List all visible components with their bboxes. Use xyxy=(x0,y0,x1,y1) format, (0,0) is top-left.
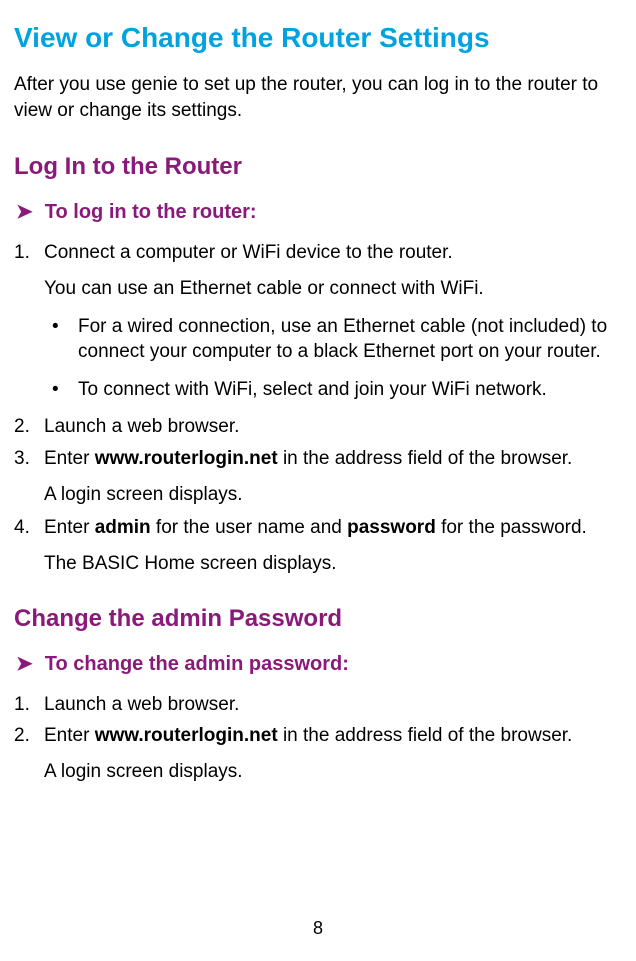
procedure-heading-text: To log in to the router: xyxy=(45,201,257,224)
step-1: Connect a computer or WiFi device to the… xyxy=(14,240,622,402)
step-text: Enter www.routerlogin.net in the address… xyxy=(44,723,622,749)
procedure-heading-text: To change the admin password: xyxy=(45,653,349,676)
section-heading-login: Log In to the Router xyxy=(14,153,622,181)
step-2: Launch a web browser. xyxy=(14,414,622,440)
step-note: A login screen displays. xyxy=(44,482,622,508)
intro-paragraph: After you use genie to set up the router… xyxy=(14,72,622,123)
sub-bullets: For a wired connection, use an Ethernet … xyxy=(44,314,622,403)
page-title: View or Change the Router Settings xyxy=(14,22,622,54)
step-note: The BASIC Home screen displays. xyxy=(44,551,622,577)
step-text: Connect a computer or WiFi device to the… xyxy=(44,240,622,266)
procedure-heading-login: ➤ To log in to the router: xyxy=(16,201,622,224)
step-1: Launch a web browser. xyxy=(14,692,622,718)
section-heading-change-pw: Change the admin Password xyxy=(14,605,622,633)
chevron-right-icon: ➤ xyxy=(16,654,33,674)
bullet-item: For a wired connection, use an Ethernet … xyxy=(44,314,622,365)
step-text: Enter www.routerlogin.net in the address… xyxy=(44,446,622,472)
procedure-heading-change-pw: ➤ To change the admin password: xyxy=(16,653,622,676)
chevron-right-icon: ➤ xyxy=(16,202,33,222)
step-text: Launch a web browser. xyxy=(44,414,622,440)
bullet-item: To connect with WiFi, select and join yo… xyxy=(44,377,622,403)
step-note: A login screen displays. xyxy=(44,759,622,785)
step-text: Enter admin for the user name and passwo… xyxy=(44,515,622,541)
step-text: Launch a web browser. xyxy=(44,692,622,718)
step-note: You can use an Ethernet cable or connect… xyxy=(44,276,622,302)
step-3: Enter www.routerlogin.net in the address… xyxy=(14,446,622,507)
steps-change-pw: Launch a web browser. Enter www.routerlo… xyxy=(14,692,622,785)
page-number: 8 xyxy=(0,918,636,939)
step-4: Enter admin for the user name and passwo… xyxy=(14,515,622,576)
steps-login: Connect a computer or WiFi device to the… xyxy=(14,240,622,576)
step-2: Enter www.routerlogin.net in the address… xyxy=(14,723,622,784)
